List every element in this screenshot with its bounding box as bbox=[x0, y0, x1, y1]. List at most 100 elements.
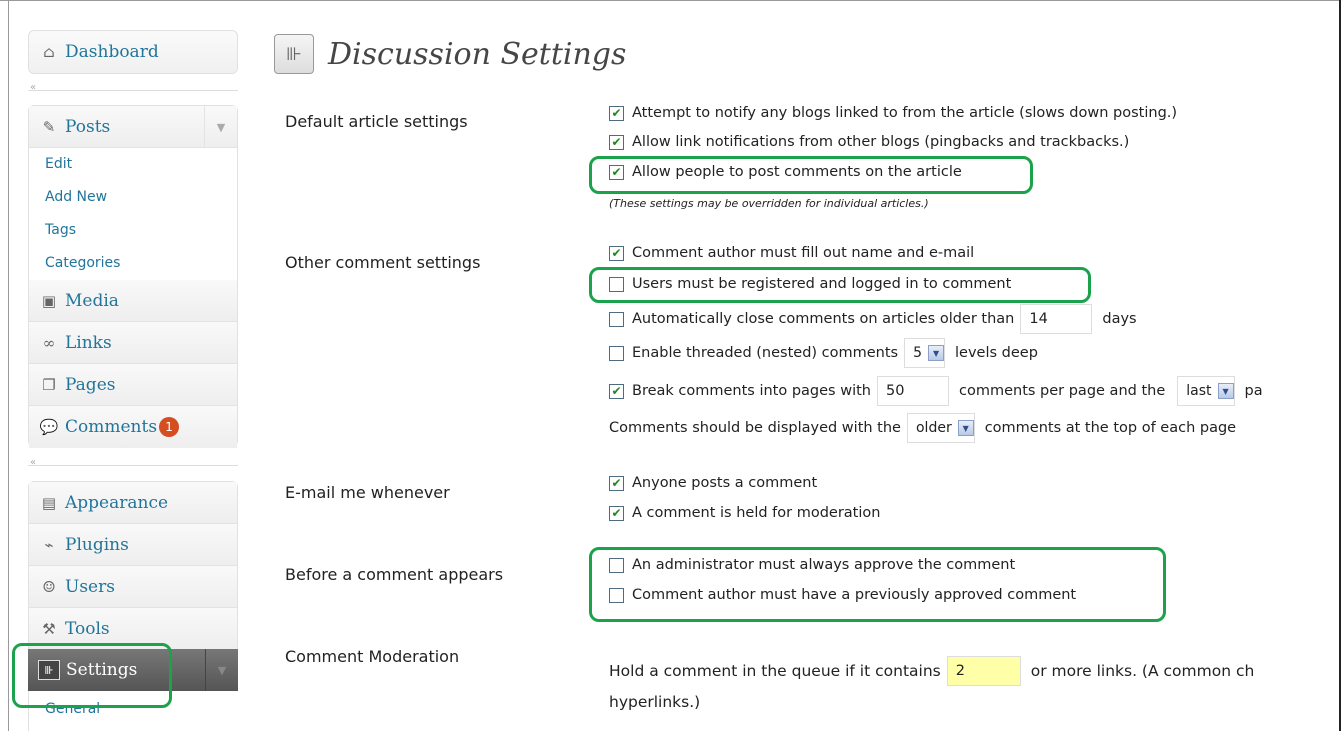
chevron-down-icon[interactable]: ▼ bbox=[1217, 383, 1234, 399]
sidebar-dashboard-box: ⌂ Dashboard bbox=[28, 30, 238, 74]
option-label: Automatically close comments on articles… bbox=[632, 311, 1015, 327]
frame-left-border bbox=[8, 0, 9, 731]
checkbox-author-fill[interactable]: ✔ bbox=[609, 245, 624, 261]
submenu-tags[interactable]: Tags bbox=[29, 214, 237, 247]
option-label: Break comments into pages with bbox=[632, 383, 871, 399]
chevron-down-icon[interactable]: ▼ bbox=[204, 106, 237, 148]
submenu-edit[interactable]: Edit bbox=[29, 148, 237, 181]
option-email-held[interactable]: ✔ A comment is held for moderation bbox=[609, 505, 880, 521]
select-value: 5 bbox=[913, 345, 923, 361]
sidebar-item-label: Appearance bbox=[65, 492, 169, 513]
option-label: comments at the top of each page bbox=[984, 420, 1237, 436]
option-label: comments per page and the bbox=[958, 383, 1166, 399]
threaded-levels-select[interactable]: 5 ▼ bbox=[904, 338, 946, 368]
sidebar-content-box: ✎ Posts ▼ Edit Add New Tags Categories ▣… bbox=[28, 105, 238, 448]
posts-submenu: Edit Add New Tags Categories bbox=[29, 148, 237, 280]
moderation-hold-line2: hyperlinks.) bbox=[609, 693, 700, 711]
sidebar-item-label: Tools bbox=[65, 618, 110, 639]
collapse-icon[interactable]: « bbox=[30, 82, 36, 93]
option-notify-blogs[interactable]: ✔ Attempt to notify any blogs linked to … bbox=[609, 105, 1177, 121]
sidebar-separator bbox=[28, 90, 238, 91]
page-order-select[interactable]: last ▼ bbox=[1177, 376, 1235, 406]
sidebar-item-label: Plugins bbox=[65, 534, 129, 555]
sidebar-item-label: Comments bbox=[65, 417, 158, 437]
option-break-pages[interactable]: ✔ Break comments into pages with 50 comm… bbox=[609, 376, 1263, 406]
option-label: levels deep bbox=[955, 345, 1038, 361]
checkbox-threaded[interactable] bbox=[609, 345, 624, 361]
media-icon: ▣ bbox=[41, 291, 57, 310]
moderation-hold-line: Hold a comment in the queue if it contai… bbox=[609, 656, 1254, 686]
sidebar-item-links[interactable]: ∞ Links bbox=[29, 322, 237, 364]
pages-icon: ❐ bbox=[42, 375, 56, 394]
option-label: Allow link notifications from other blog… bbox=[632, 134, 1130, 150]
page-header: ⊪ Discussion Settings bbox=[274, 34, 626, 74]
option-label: hyperlinks.) bbox=[609, 693, 701, 711]
sidebar-item-label: Media bbox=[65, 290, 119, 311]
option-label: Comment author must fill out name and e-… bbox=[632, 245, 975, 261]
option-label: Enable threaded (nested) comments bbox=[632, 345, 899, 361]
sidebar-item-label: Users bbox=[65, 576, 115, 597]
sidebar-separator bbox=[28, 465, 238, 466]
select-value: last bbox=[1186, 383, 1212, 399]
option-label: Hold a comment in the queue if it contai… bbox=[609, 662, 941, 680]
frame-top-border bbox=[0, 0, 1341, 1]
label-email-me-whenever: E-mail me whenever bbox=[285, 483, 450, 502]
highlight-settings-menu bbox=[12, 643, 172, 708]
select-value: older bbox=[915, 420, 952, 436]
highlight-registered bbox=[589, 267, 1091, 303]
override-note: (These settings may be overridden for in… bbox=[609, 197, 929, 210]
sidebar-item-media[interactable]: ▣ Media bbox=[29, 280, 237, 322]
sidebar-item-label: Links bbox=[65, 332, 112, 353]
moderation-links-input[interactable]: 2 bbox=[946, 656, 1021, 686]
sidebar-item-dashboard[interactable]: ⌂ Dashboard bbox=[29, 31, 237, 73]
display-order-select[interactable]: older ▼ bbox=[906, 413, 975, 443]
checkbox-link-notifications[interactable]: ✔ bbox=[609, 134, 624, 150]
sidebar-item-pages[interactable]: ❐ Pages bbox=[29, 364, 237, 406]
option-label: A comment is held for moderation bbox=[632, 505, 881, 521]
settings-sliders-icon: ⊪ bbox=[274, 34, 314, 74]
chevron-down-icon[interactable]: ▼ bbox=[205, 649, 238, 691]
option-email-anyone[interactable]: ✔ Anyone posts a comment bbox=[609, 475, 817, 491]
sidebar-item-plugins[interactable]: ⌁ Plugins bbox=[29, 524, 237, 566]
option-label: or more links. (A common ch bbox=[1030, 662, 1255, 680]
sidebar-item-comments[interactable]: 💬 Comments 1 bbox=[29, 406, 237, 448]
sidebar-item-label: Posts bbox=[65, 116, 111, 137]
option-label: pa bbox=[1244, 383, 1263, 399]
label-other-comment-settings: Other comment settings bbox=[285, 253, 481, 272]
chevron-down-icon[interactable]: ▼ bbox=[957, 420, 974, 436]
checkbox-notify-blogs[interactable]: ✔ bbox=[609, 105, 624, 121]
label-default-article-settings: Default article settings bbox=[285, 112, 468, 131]
chevron-down-icon[interactable]: ▼ bbox=[928, 345, 945, 361]
label-comment-moderation: Comment Moderation bbox=[285, 647, 460, 666]
highlight-allow-comments bbox=[589, 156, 1033, 194]
sidebar-item-users[interactable]: ☺ Users bbox=[29, 566, 237, 608]
checkbox-break-pages[interactable]: ✔ bbox=[609, 383, 624, 399]
checkbox-autoclose[interactable] bbox=[609, 311, 624, 327]
per-page-input[interactable]: 50 bbox=[876, 376, 949, 406]
submenu-categories[interactable]: Categories bbox=[29, 247, 237, 280]
appearance-icon: ▤ bbox=[41, 493, 57, 512]
link-icon: ∞ bbox=[42, 333, 56, 352]
option-label: days bbox=[1102, 311, 1137, 327]
home-icon: ⌂ bbox=[43, 43, 55, 61]
page-title: Discussion Settings bbox=[328, 36, 627, 72]
sidebar-item-label: Dashboard bbox=[65, 42, 159, 62]
autoclose-days-input[interactable]: 14 bbox=[1020, 304, 1093, 334]
checkbox-email-anyone[interactable]: ✔ bbox=[609, 475, 624, 491]
label-before-comment-appears: Before a comment appears bbox=[285, 565, 504, 584]
sidebar-item-posts[interactable]: ✎ Posts ▼ bbox=[29, 106, 237, 148]
sidebar-item-label: Pages bbox=[65, 374, 116, 395]
option-threaded[interactable]: Enable threaded (nested) comments 5 ▼ le… bbox=[609, 338, 1038, 368]
pushpin-icon: ✎ bbox=[42, 117, 56, 136]
option-link-notifications[interactable]: ✔ Allow link notifications from other bl… bbox=[609, 134, 1129, 150]
option-autoclose[interactable]: Automatically close comments on articles… bbox=[609, 304, 1137, 334]
plug-icon: ⌁ bbox=[44, 535, 54, 554]
option-display-order: Comments should be displayed with the ol… bbox=[609, 413, 1236, 443]
collapse-icon[interactable]: « bbox=[30, 457, 36, 468]
option-label: Anyone posts a comment bbox=[632, 475, 818, 491]
submenu-add-new[interactable]: Add New bbox=[29, 181, 237, 214]
option-author-fill[interactable]: ✔ Comment author must fill out name and … bbox=[609, 245, 974, 261]
sidebar-item-appearance[interactable]: ▤ Appearance bbox=[29, 482, 237, 524]
checkbox-email-held[interactable]: ✔ bbox=[609, 505, 624, 521]
speech-bubble-icon: 💬 bbox=[39, 418, 59, 436]
